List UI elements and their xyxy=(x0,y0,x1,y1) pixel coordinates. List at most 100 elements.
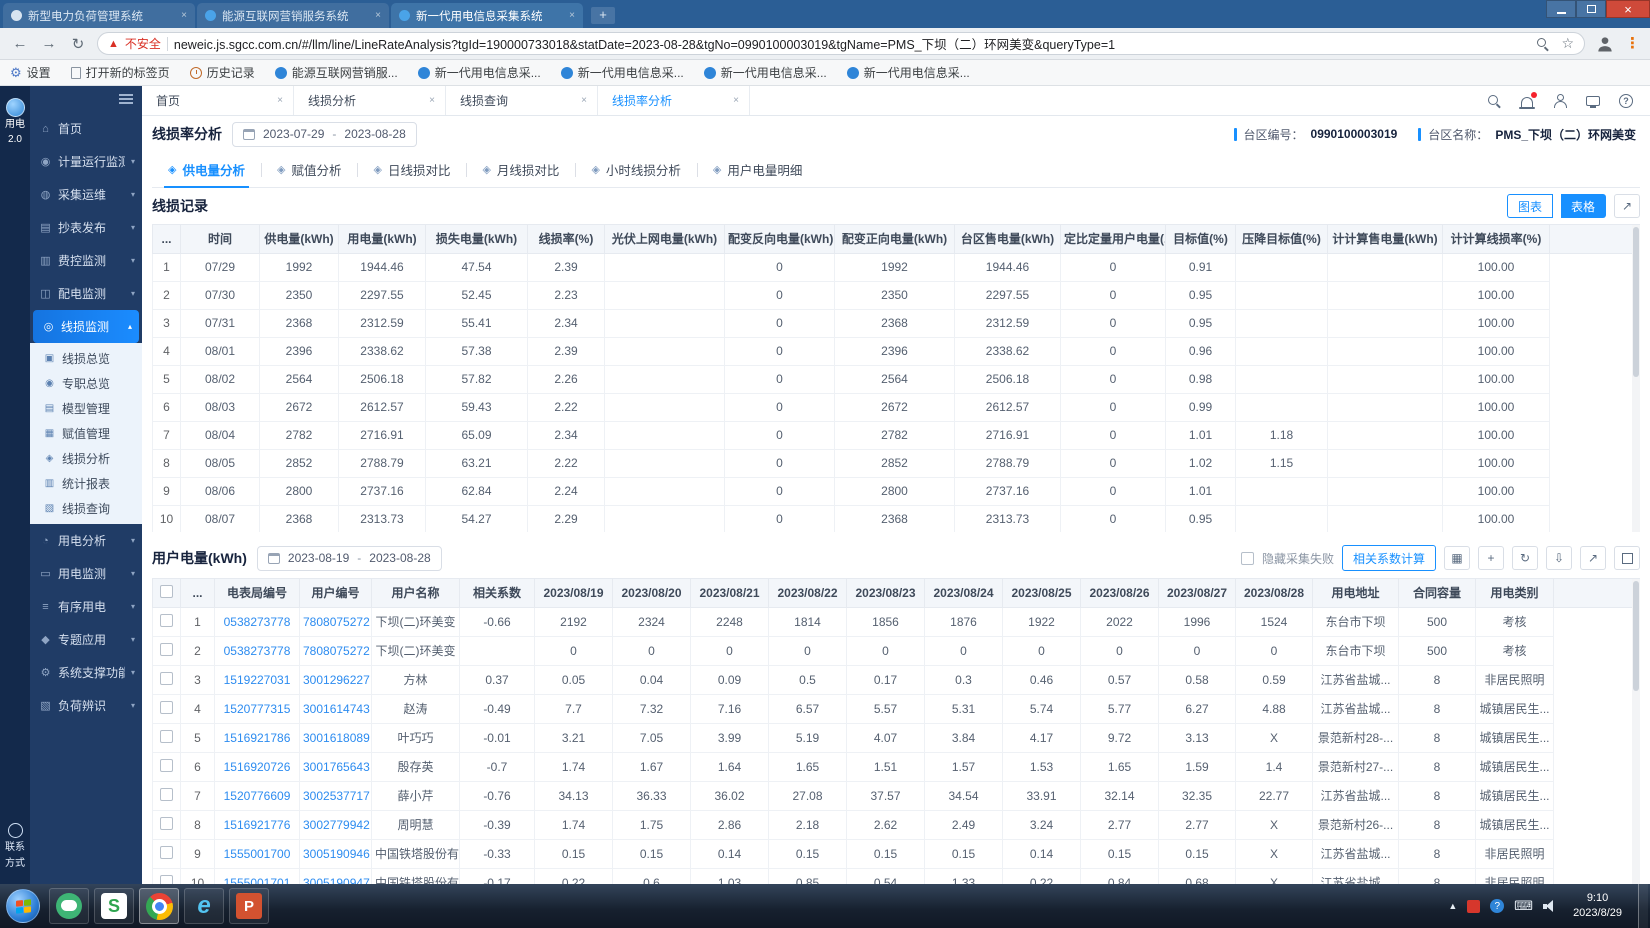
row-checkbox[interactable] xyxy=(160,701,173,714)
sidebar-subitem-statistics-report[interactable]: ▥统计报表 xyxy=(30,471,142,496)
cell-link[interactable]: 0538273778 xyxy=(224,615,291,629)
bookmark-star-icon[interactable]: ☆ xyxy=(1561,35,1574,52)
user-icon[interactable] xyxy=(1552,93,1568,109)
sidebar-subitem-line-loss-analysis[interactable]: ◈线损分析 xyxy=(30,446,142,471)
browser-tab[interactable]: 能源互联网营销服务系统× xyxy=(197,3,389,28)
table-view-button[interactable]: 表格 xyxy=(1561,194,1606,218)
sidebar-item-collection-ops[interactable]: ◍采集运维▾ xyxy=(30,178,142,211)
sidebar-subitem-assignment-management[interactable]: ▦赋值管理 xyxy=(30,421,142,446)
notifications-bell-icon[interactable] xyxy=(1519,93,1535,109)
tab-close-icon[interactable]: × xyxy=(181,10,187,21)
cell-link[interactable]: 1520777315 xyxy=(224,702,291,716)
taskbar-clock[interactable]: 9:10 2023/8/29 xyxy=(1567,891,1628,921)
tab-close-icon[interactable]: × xyxy=(375,10,381,21)
chrome-taskbar-icon[interactable] xyxy=(139,888,179,924)
cell-link[interactable]: 1555001700 xyxy=(224,847,291,861)
contact-link[interactable]: 联系 方式 xyxy=(5,823,25,870)
hidden-icons-icon[interactable]: ▲ xyxy=(1448,901,1457,911)
analysis-tab[interactable]: ◈供电量分析 xyxy=(152,152,261,187)
row-checkbox[interactable] xyxy=(160,875,173,885)
bookmark-item[interactable]: 新一代用电信息采... xyxy=(847,64,970,81)
sidebar-item-load-identification[interactable]: ▧负荷辨识▾ xyxy=(30,689,142,722)
sidebar-subitem-model-management[interactable]: ▤模型管理 xyxy=(30,396,142,421)
app-tab[interactable]: 首页× xyxy=(142,86,294,115)
add-icon[interactable]: + xyxy=(1478,546,1504,570)
tray-help-icon[interactable]: ? xyxy=(1490,899,1504,913)
volume-icon[interactable] xyxy=(1543,900,1557,913)
sidebar-item-power-analysis[interactable]: ◔用电分析▾ xyxy=(30,524,142,557)
security-label[interactable]: 不安全 xyxy=(125,35,161,52)
bookmark-item[interactable]: 新一代用电信息采... xyxy=(704,64,827,81)
row-checkbox[interactable] xyxy=(160,788,173,801)
bookmark-item[interactable]: 能源互联网营销服... xyxy=(275,64,398,81)
fullscreen-icon[interactable] xyxy=(1585,93,1601,109)
row-checkbox[interactable] xyxy=(160,672,173,685)
date-range-picker[interactable]: 2023-07-29 - 2023-08-28 xyxy=(232,122,417,147)
bookmark-item[interactable]: ⚙设置 xyxy=(10,64,51,81)
correlation-calc-button[interactable]: 相关系数计算 xyxy=(1342,545,1436,571)
tab-close-icon[interactable]: × xyxy=(733,95,739,106)
sidebar-subitem-line-loss-overview[interactable]: ▣线损总览 xyxy=(30,346,142,371)
cell-link[interactable]: 1519227031 xyxy=(224,673,291,687)
date-start[interactable]: 2023-07-29 xyxy=(263,127,324,141)
url-field[interactable]: ▲ 不安全 neweic.js.sgcc.com.cn/#/llm/line/L… xyxy=(97,32,1585,55)
ime-keyboard-icon[interactable]: ⌨ xyxy=(1514,898,1533,914)
sidebar-item-special-apps[interactable]: ◆专题应用▾ xyxy=(30,623,142,656)
tab-close-icon[interactable]: × xyxy=(277,95,283,106)
fullscreen-table-icon[interactable] xyxy=(1614,546,1640,570)
analysis-tab[interactable]: ◈小时线损分析 xyxy=(575,152,696,187)
analysis-tab[interactable]: ◈赋值分析 xyxy=(261,152,357,187)
sidebar-item-home[interactable]: ⌂首页 xyxy=(30,112,142,145)
close-button[interactable]: × xyxy=(1606,0,1650,18)
app-tab[interactable]: 线损率分析× xyxy=(598,86,750,115)
row-checkbox[interactable] xyxy=(160,846,173,859)
wechat-taskbar-icon[interactable] xyxy=(49,888,89,924)
export-icon-2[interactable]: ↗ xyxy=(1580,546,1606,570)
sidebar-item-system-support[interactable]: ⚙系统支撑功能▾ xyxy=(30,656,142,689)
back-button[interactable]: ← xyxy=(10,35,30,52)
row-checkbox[interactable] xyxy=(160,643,173,656)
sidebar-item-fee-control[interactable]: ▥费控监测▾ xyxy=(30,244,142,277)
date-end[interactable]: 2023-08-28 xyxy=(344,127,405,141)
bookmark-item[interactable]: 新一代用电信息采... xyxy=(418,64,541,81)
app-tab[interactable]: 线损分析× xyxy=(294,86,446,115)
analysis-tab[interactable]: ◈用户电量明细 xyxy=(697,152,818,187)
cell-link[interactable]: 1516920726 xyxy=(224,760,291,774)
browser-tab[interactable]: 新型电力负荷管理系统× xyxy=(3,3,195,28)
help-icon[interactable]: ? xyxy=(1618,93,1634,109)
cell-link[interactable]: 1516921776 xyxy=(224,818,291,832)
sidebar-item-line-loss-monitor[interactable]: ◎线损监测▴ xyxy=(33,310,139,343)
sidebar-item-orderly-power[interactable]: ≡有序用电▾ xyxy=(30,590,142,623)
bookmark-item[interactable]: 打开新的标签页 xyxy=(71,64,170,81)
ie-taskbar-icon[interactable]: e xyxy=(184,888,224,924)
sidebar-subitem-line-loss-query[interactable]: ▧线损查询 xyxy=(30,496,142,521)
bookmark-item[interactable]: 历史记录 xyxy=(190,64,255,81)
cell-link[interactable]: 3001765643 xyxy=(303,760,370,774)
save-icon[interactable]: ⇩ xyxy=(1546,546,1572,570)
sidebar-item-meter-reading[interactable]: ▤抄表发布▾ xyxy=(30,211,142,244)
cell-link[interactable]: 3001618089 xyxy=(303,731,370,745)
profile-avatar[interactable] xyxy=(1594,33,1616,55)
analysis-tab[interactable]: ◈月线损对比 xyxy=(466,152,575,187)
browser-menu-icon[interactable]: ⋮ xyxy=(1625,36,1640,51)
export-icon[interactable]: ↗ xyxy=(1614,194,1640,218)
bookmark-item[interactable]: 新一代用电信息采... xyxy=(561,64,684,81)
sidebar-item-power-monitor[interactable]: ▭用电监测▾ xyxy=(30,557,142,590)
cell-link[interactable]: 3005190946 xyxy=(303,847,370,861)
cell-link[interactable]: 1516921786 xyxy=(224,731,291,745)
app-tab[interactable]: 线损查询× xyxy=(446,86,598,115)
zoom-icon[interactable] xyxy=(1536,37,1549,50)
search-icon[interactable] xyxy=(1486,93,1502,109)
restore-button[interactable] xyxy=(1576,0,1606,18)
analysis-tab[interactable]: ◈日线损对比 xyxy=(357,152,466,187)
start-button[interactable] xyxy=(6,889,40,923)
tab-close-icon[interactable]: × xyxy=(429,95,435,106)
table1-scrollbar[interactable] xyxy=(1632,225,1640,532)
cell-link[interactable]: 3001296227 xyxy=(303,673,370,687)
sidebar-subitem-duty-overview[interactable]: ◉专职总览 xyxy=(30,371,142,396)
sidebar-item-distribution-monitor[interactable]: ◫配电监测▾ xyxy=(30,277,142,310)
row-checkbox[interactable] xyxy=(160,614,173,627)
cell-link[interactable]: 3001614743 xyxy=(303,702,370,716)
tab-close-icon[interactable]: × xyxy=(581,95,587,106)
tray-app-icon[interactable] xyxy=(1467,900,1480,913)
